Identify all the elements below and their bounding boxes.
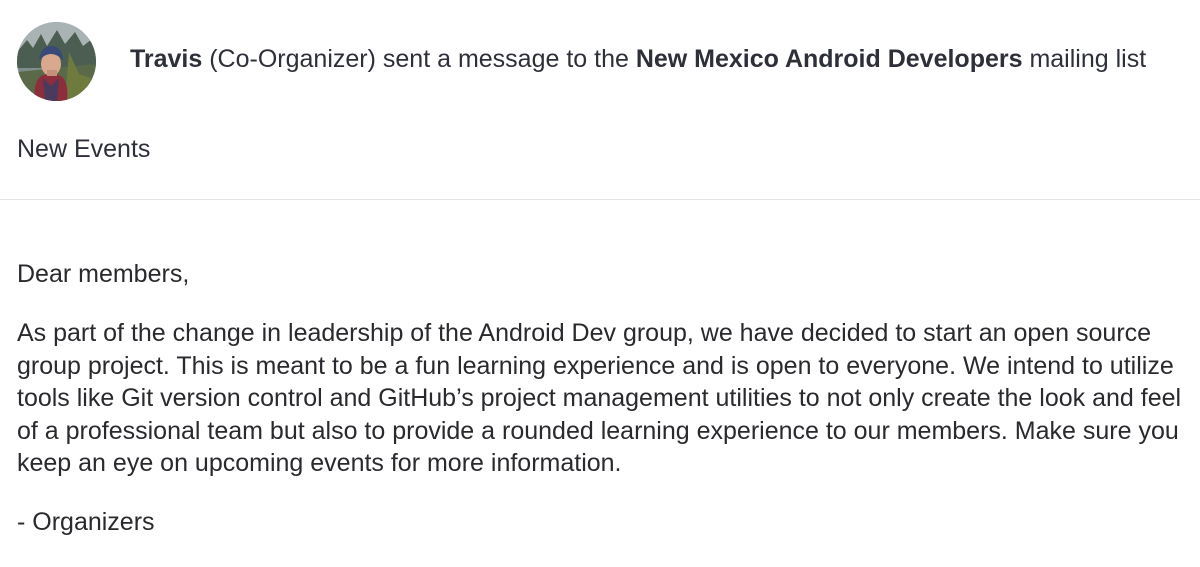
greeting: Dear members,: [17, 260, 190, 288]
message-header: Travis (Co-Organizer) sent a message to …: [17, 21, 1146, 101]
avatar-photo: [17, 21, 96, 101]
avatar[interactable]: [17, 21, 96, 101]
signoff: - Organizers: [17, 507, 155, 536]
sender-name[interactable]: Travis: [130, 45, 202, 73]
group-name[interactable]: New Mexico Android Developers: [636, 45, 1023, 73]
list-suffix: mailing list: [1029, 45, 1147, 73]
action-text: sent a message to the: [382, 45, 629, 73]
divider: [0, 199, 1200, 200]
sender-line: Travis (Co-Organizer) sent a message to …: [130, 44, 1146, 74]
message-body: Dear members, As part of the change in l…: [17, 258, 1192, 538]
sender-role: (Co-Organizer): [209, 45, 376, 73]
message-subject: New Events: [17, 135, 151, 163]
body-paragraph: As part of the change in leadership of t…: [17, 319, 1182, 477]
